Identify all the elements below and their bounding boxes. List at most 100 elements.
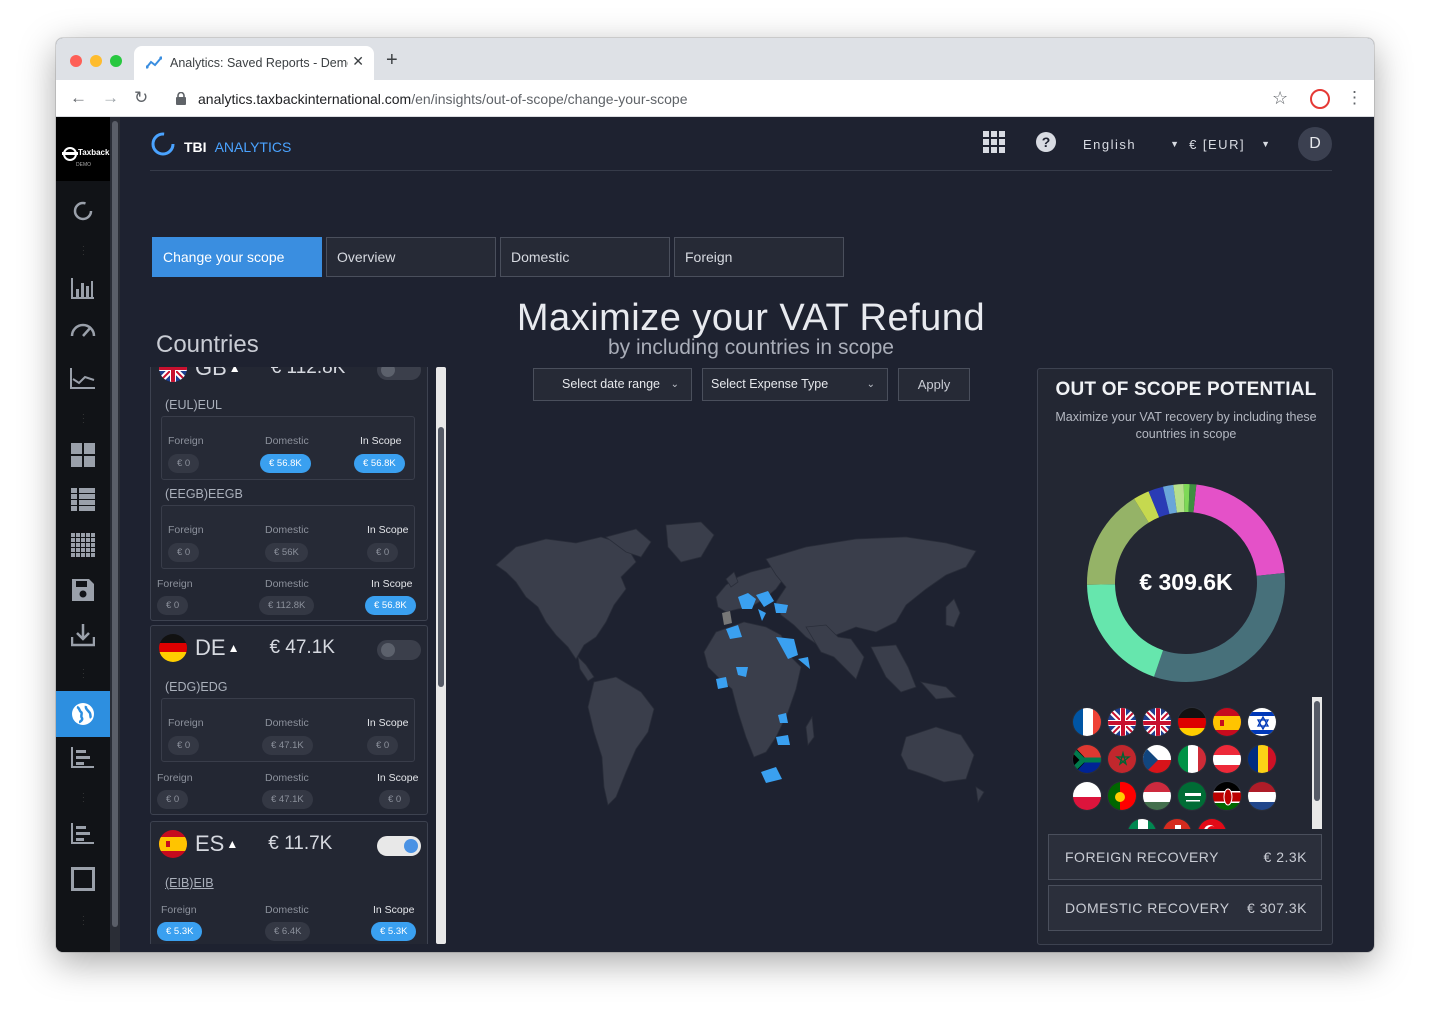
flag-es-icon[interactable] xyxy=(1212,707,1242,737)
currency-select[interactable]: € [EUR] xyxy=(1189,137,1245,152)
avatar[interactable]: D xyxy=(1298,127,1332,161)
flag-it-icon[interactable] xyxy=(1177,744,1207,774)
date-range-select[interactable]: Select date range ⌄ xyxy=(533,368,692,401)
flag-sa-icon[interactable] xyxy=(1177,781,1207,811)
inscope-pill[interactable]: € 56.8K xyxy=(354,454,405,473)
flag-ro-icon[interactable] xyxy=(1247,744,1277,774)
zoom-window-button[interactable] xyxy=(110,55,122,67)
chevron-up-icon[interactable]: ▲ xyxy=(226,837,238,851)
flag-at-icon[interactable] xyxy=(1212,744,1242,774)
svg-text:?: ? xyxy=(1042,134,1051,150)
url-field[interactable]: analytics.taxbackinternational.com/en/in… xyxy=(198,91,688,107)
total-foreign-pill[interactable]: € 0 xyxy=(157,790,189,809)
chevron-up-icon[interactable]: ▲ xyxy=(228,641,240,655)
panel-title: OUT OF SCOPE POTENTIAL xyxy=(1055,379,1317,400)
language-select[interactable]: English xyxy=(1083,137,1136,152)
inscope-pill[interactable]: € 0 xyxy=(367,543,399,562)
apply-button[interactable]: Apply xyxy=(898,368,970,401)
browser-window: Analytics: Saved Reports - Demo ✕ + ← → … xyxy=(56,38,1374,952)
brand[interactable]: TBI ANALYTICS xyxy=(150,131,291,162)
forward-icon[interactable]: → xyxy=(102,88,119,108)
total-inscope-pill[interactable]: € 0 xyxy=(379,790,411,809)
flags-scroll-thumb[interactable] xyxy=(1314,701,1320,801)
flag-ma-icon[interactable] xyxy=(1107,744,1137,774)
close-window-button[interactable] xyxy=(70,55,82,67)
flag-fr-icon[interactable] xyxy=(1072,707,1102,737)
foreign-pill[interactable]: € 0 xyxy=(168,454,200,473)
flag-nl-icon[interactable] xyxy=(1247,781,1277,811)
entity-name[interactable]: (EDG)EDG xyxy=(165,680,228,694)
entity-name[interactable]: (EIB)EIB xyxy=(165,876,214,890)
download-icon[interactable] xyxy=(56,615,110,655)
scope-toggle[interactable] xyxy=(377,836,421,856)
flag-gb-icon[interactable] xyxy=(1107,707,1137,737)
domestic-pill[interactable]: € 56.8K xyxy=(260,454,311,473)
domestic-pill[interactable]: € 47.1K xyxy=(262,736,313,755)
flag-hu-icon[interactable] xyxy=(1142,781,1172,811)
flag-za-icon[interactable] xyxy=(1072,744,1102,774)
flag-gb-icon[interactable] xyxy=(1142,707,1172,737)
refresh-icon[interactable] xyxy=(56,191,110,231)
scope-toggle[interactable] xyxy=(377,367,421,380)
tab-change-your-scope[interactable]: Change your scope xyxy=(152,237,322,277)
globe-icon[interactable] xyxy=(56,691,110,737)
flag-de-icon[interactable] xyxy=(1177,707,1207,737)
total-domestic-pill[interactable]: € 47.1K xyxy=(262,790,313,809)
grid-icon[interactable] xyxy=(56,525,110,565)
flag-pt-icon[interactable] xyxy=(1107,781,1137,811)
tab-domestic[interactable]: Domestic xyxy=(500,237,670,277)
apps-grid-icon[interactable] xyxy=(983,130,1005,158)
entity-name[interactable]: (EEGB)EEGB xyxy=(165,487,243,501)
chevron-down-icon[interactable]: ▼ xyxy=(1170,139,1179,149)
flag-cz-icon[interactable] xyxy=(1142,744,1172,774)
flag-ke-icon[interactable] xyxy=(1212,781,1242,811)
total-domestic-pill[interactable]: € 112.8K xyxy=(259,596,315,615)
line-chart-icon[interactable] xyxy=(56,358,110,398)
flag-ch-icon[interactable] xyxy=(1162,818,1192,829)
countries-scroll-thumb[interactable] xyxy=(438,427,444,687)
save-icon[interactable] xyxy=(56,570,110,610)
new-tab-button[interactable]: + xyxy=(386,49,398,72)
menu-kebab-icon[interactable]: ⋮ xyxy=(1346,88,1363,108)
domestic-pill[interactable]: € 6.4K xyxy=(265,922,311,941)
tab-foreign[interactable]: Foreign xyxy=(674,237,844,277)
minimize-window-button[interactable] xyxy=(90,55,102,67)
foreign-recovery-value: € 2.3K xyxy=(1263,849,1307,865)
tab-close-icon[interactable]: ✕ xyxy=(352,53,364,70)
inscope-pill[interactable]: € 5.3K xyxy=(371,922,417,941)
bookmark-star-icon[interactable]: ☆ xyxy=(1272,88,1288,109)
total-foreign-pill[interactable]: € 0 xyxy=(157,596,189,615)
square-icon[interactable] xyxy=(56,859,110,899)
entity-box: Foreign Domestic In Scope € 0 € 47.1K € … xyxy=(161,698,415,762)
stack-chart-icon[interactable] xyxy=(56,813,110,853)
chevron-down-icon[interactable]: ▼ xyxy=(1261,139,1270,149)
bar-chart-icon[interactable] xyxy=(56,268,110,308)
expense-type-select[interactable]: Select Expense Type ⌄ xyxy=(702,368,888,401)
chevron-up-icon[interactable]: ▲ xyxy=(229,367,241,375)
inscope-pill[interactable]: € 0 xyxy=(367,736,399,755)
reload-icon[interactable]: ↻ xyxy=(134,88,148,108)
country-amount: € 11.7K xyxy=(268,833,333,854)
flag-ng-icon[interactable] xyxy=(1127,818,1157,829)
total-inscope-pill[interactable]: € 56.8K xyxy=(365,596,416,615)
foreign-pill[interactable]: € 0 xyxy=(168,543,200,562)
entity-name[interactable]: (EUL)EUL xyxy=(165,398,222,412)
help-icon[interactable]: ? xyxy=(1035,131,1057,158)
flag-tr-icon[interactable] xyxy=(1197,818,1227,829)
foreign-pill[interactable]: € 0 xyxy=(168,736,200,755)
opera-extension-icon[interactable] xyxy=(1310,89,1330,109)
flag-pl-icon[interactable] xyxy=(1072,781,1102,811)
browser-tab[interactable]: Analytics: Saved Reports - Demo ✕ xyxy=(134,46,374,80)
flag-il-icon[interactable] xyxy=(1247,707,1277,737)
world-map[interactable] xyxy=(476,517,1006,817)
stack-chart-icon[interactable] xyxy=(56,737,110,777)
tab-overview[interactable]: Overview xyxy=(326,237,496,277)
gauge-icon[interactable] xyxy=(56,310,110,350)
rail-scroll-thumb[interactable] xyxy=(112,121,118,927)
dashboard-icon[interactable] xyxy=(56,435,110,475)
back-icon[interactable]: ← xyxy=(70,88,87,108)
scope-toggle[interactable] xyxy=(377,640,421,660)
foreign-pill[interactable]: € 5.3K xyxy=(157,922,203,941)
domestic-pill[interactable]: € 56K xyxy=(265,543,308,562)
list-icon[interactable] xyxy=(56,480,110,520)
